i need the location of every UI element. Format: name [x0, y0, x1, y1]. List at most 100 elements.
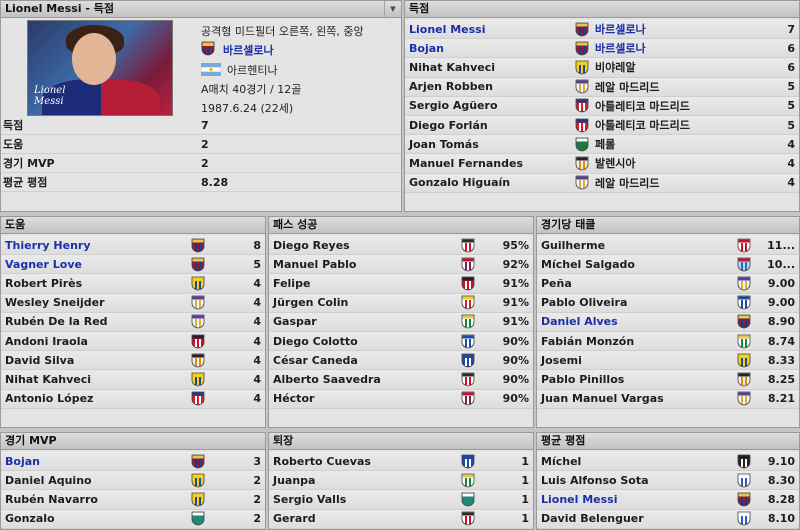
stat-value: 8	[253, 238, 261, 252]
stat-value: 9.00	[767, 296, 795, 310]
racing-crest-icon	[187, 511, 209, 526]
player-row[interactable]: Arjen Robben 레알 마드리드 5	[405, 77, 799, 97]
player-row[interactable]: Roberto Cuevas 1	[269, 452, 533, 472]
player-row[interactable]: Diego Reyes 95%	[269, 236, 533, 256]
player-row[interactable]: Alberto Saavedra 90%	[269, 370, 533, 390]
player-row[interactable]: Gaspar 91%	[269, 312, 533, 332]
player-row[interactable]: Manuel Fernandes 발렌시아 4	[405, 154, 799, 174]
player-row[interactable]: Nihat Kahveci 4	[1, 370, 265, 390]
player-row[interactable]: Thierry Henry 8	[1, 236, 265, 256]
player-name[interactable]: Lionel Messi	[405, 23, 571, 36]
stat-value: 4	[787, 156, 795, 170]
player-row[interactable]: Héctor 90%	[269, 389, 533, 409]
player-row[interactable]: Luis Alfonso Sota 8.30	[537, 471, 799, 491]
sent-off-panel: 퇴장 Roberto Cuevas 1 Juanpa 1 Sergio Valls 1 Ge…	[268, 432, 534, 530]
villarreal-crest-icon	[187, 276, 209, 291]
player-row[interactable]: Lionel Messi 바르셀로나 7	[405, 20, 799, 40]
player-row[interactable]: Lionel Messi 8.28	[537, 490, 799, 510]
player-row[interactable]: Pablo Oliveira 9.00	[537, 293, 799, 313]
player-row[interactable]: César Caneda 90%	[269, 351, 533, 371]
villarreal-crest-icon	[187, 372, 209, 387]
player-row[interactable]: Rubén Navarro 2	[1, 490, 265, 510]
player-row[interactable]: David Silva 4	[1, 351, 265, 371]
player-row[interactable]: Gerard 1	[269, 509, 533, 529]
club-name: 페롤	[595, 138, 616, 152]
stat-value: 95%	[502, 238, 529, 252]
player-name: Nihat Kahveci	[5, 372, 92, 386]
stat-value: 9.00	[767, 276, 795, 290]
stat-value: 8.25	[767, 372, 795, 386]
player-name: Gerard	[273, 512, 316, 526]
player-row[interactable]: Felipe 91%	[269, 274, 533, 294]
player-name: Wesley Sneijder	[5, 296, 105, 310]
player-row[interactable]: Sergio Agüero 아틀레티코 마드리드 5	[405, 96, 799, 116]
chevron-down-icon[interactable]: ▼	[384, 1, 401, 17]
barcelona-crest-icon	[187, 257, 209, 272]
player-name[interactable]: Bojan	[405, 42, 571, 55]
player-row[interactable]: Robert Pirès 4	[1, 274, 265, 294]
player-row[interactable]: Gonzalo 2	[1, 509, 265, 529]
player-row[interactable]: Pablo Pinillos 8.25	[537, 370, 799, 390]
player-row[interactable]: Fabián Monzón 8.74	[537, 331, 799, 352]
real-madrid-crest-icon	[571, 175, 593, 190]
player-row[interactable]: Rubén De la Red 4	[1, 312, 265, 332]
player-row[interactable]: Joan Tomás 페롤 4	[405, 135, 799, 155]
player-row[interactable]: Josemi 8.33	[537, 351, 799, 371]
stat-row: 도움 2	[1, 135, 401, 154]
average-rating-panel: 평균 평점 Míchel 9.10 Luis Alfonso Sota 8.30 Lio…	[536, 432, 800, 530]
player-row[interactable]: Juan Manuel Vargas 8.21	[537, 389, 799, 409]
player-name: Rubén De la Red	[5, 315, 108, 329]
player-name[interactable]: Vagner Love	[1, 258, 187, 271]
profile-header: Lionel Messi - 득점 ▼	[1, 1, 401, 18]
player-row[interactable]: Daniel Aquino 2	[1, 471, 265, 491]
player-row[interactable]: Bojan 바르셀로나 6	[405, 39, 799, 59]
athletic-crest-icon	[187, 334, 209, 349]
player-name: Héctor	[273, 392, 315, 406]
player-row[interactable]: Jürgen Colin 91%	[269, 293, 533, 313]
stat-value: 9.10	[767, 454, 795, 468]
player-name[interactable]: Daniel Alves	[537, 315, 733, 328]
player-row[interactable]: Bojan 3	[1, 452, 265, 472]
player-name: Antonio López	[5, 392, 94, 406]
player-row[interactable]: Manuel Pablo 92%	[269, 255, 533, 275]
player-row[interactable]: Míchel Salgado 10...	[537, 255, 799, 275]
player-name[interactable]: Bojan	[1, 455, 187, 468]
player-row[interactable]: David Belenguer 8.10	[537, 509, 799, 529]
betis-crest-icon	[457, 314, 479, 329]
player-row[interactable]: Peña 9.00	[537, 274, 799, 294]
player-row[interactable]: Diego Colotto 90%	[269, 331, 533, 352]
player-row[interactable]: Nihat Kahveci 비야레알 6	[405, 58, 799, 78]
player-row[interactable]: Guilherme 11...	[537, 236, 799, 256]
photo-caption: Lionel Messi	[34, 85, 66, 107]
player-club-link[interactable]: 바르셀로나	[223, 42, 274, 58]
player-name: Alberto Saavedra	[273, 372, 381, 386]
player-name: Daniel Aquino	[5, 473, 92, 487]
club-name[interactable]: 바르셀로나	[593, 40, 781, 56]
player-row[interactable]: Vagner Love 5	[1, 255, 265, 275]
stat-value: 8.33	[767, 353, 795, 367]
player-row[interactable]: Gonzalo Higuaín 레알 마드리드 4	[405, 173, 799, 193]
club-name: 아틀레티코 마드리드	[595, 99, 690, 113]
player-row[interactable]: Sergio Valls 1	[269, 490, 533, 510]
panel-header: 도움	[1, 217, 265, 234]
player-row[interactable]: Antonio López 4	[1, 389, 265, 409]
dark-shield-crest-icon	[733, 454, 755, 469]
player-name: David Belenguer	[541, 512, 644, 526]
player-row[interactable]: Daniel Alves 8.90	[537, 312, 799, 332]
player-name: Diego Forlán	[409, 118, 488, 132]
player-row[interactable]: Míchel 9.10	[537, 452, 799, 472]
player-name: Josemi	[541, 353, 582, 367]
club-name: 레알 마드리드	[595, 176, 660, 190]
club-name[interactable]: 바르셀로나	[593, 21, 781, 37]
stat-value: 90%	[502, 334, 529, 348]
real-madrid-crest-icon	[187, 295, 209, 310]
player-row[interactable]: Juanpa 1	[269, 471, 533, 491]
player-row[interactable]: Andoni Iraola 4	[1, 331, 265, 352]
player-name[interactable]: Thierry Henry	[1, 239, 187, 252]
stat-value: 4	[253, 392, 261, 406]
player-row[interactable]: Diego Forlán 아틀레티코 마드리드 5	[405, 115, 799, 136]
stat-value: 2	[253, 473, 261, 487]
player-name: Felipe	[273, 276, 311, 290]
player-name[interactable]: Lionel Messi	[537, 493, 733, 506]
player-row[interactable]: Wesley Sneijder 4	[1, 293, 265, 313]
